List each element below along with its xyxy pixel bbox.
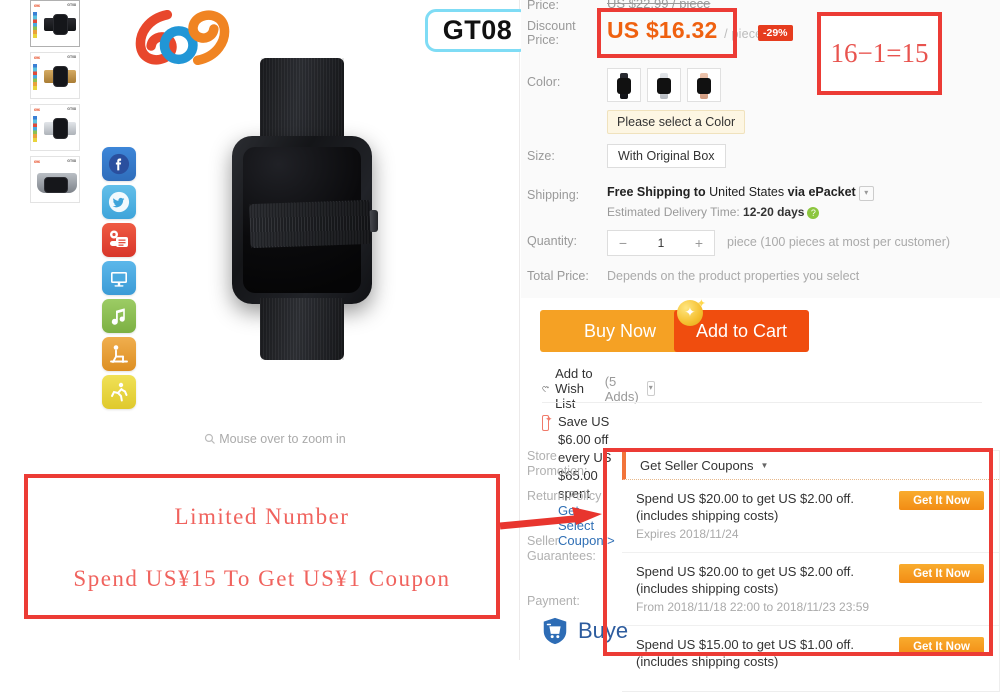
buyer-protection: Buye: [540, 616, 628, 646]
thumb-watch-image: [43, 61, 77, 93]
thumb-model: GT08: [67, 159, 76, 163]
quantity-increase-button[interactable]: +: [684, 235, 714, 251]
quantity-limit-note: piece (100 pieces at most per customer): [727, 235, 951, 249]
thumbnail-black-mesh-watch[interactable]: 696 GT08: [30, 0, 80, 47]
color-swatch-black-strap[interactable]: [607, 68, 641, 102]
thumbnail-angled-watch-view[interactable]: 696 GT08: [30, 156, 80, 203]
seller-coupons-tab-label: Get Seller Coupons: [640, 457, 754, 473]
shipping-free-text: Free Shipping to: [607, 185, 710, 199]
thumb-model: GT08: [67, 55, 76, 59]
thumbnail-list: 696 GT08 696 GT08 696 GT08 696 GT08: [30, 0, 82, 208]
product-detail-page: 696 GT08 696 GT08 696 GT08 696 GT08 GT08…: [0, 0, 1000, 692]
payment-label: Payment:: [527, 594, 580, 608]
shipping-label: Shipping:: [527, 188, 580, 202]
thumb-watch-image: [43, 113, 77, 145]
thumb-logo: 696: [34, 159, 40, 164]
coupon-row: Spend US $20.00 to get US $2.00 off. (inc…: [622, 553, 999, 626]
search-icon: [205, 433, 216, 444]
shipping-destination: United States: [709, 185, 785, 199]
coupon-description: Spend US $20.00 to get US $2.00 off. (inc…: [636, 564, 855, 596]
color-swatch-silver-strap[interactable]: [647, 68, 681, 102]
thumb-feature-strip: [33, 116, 37, 142]
coupon-validity: From 2018/11/18 22:00 to 2018/11/23 23:5…: [636, 600, 870, 614]
coin-reward-badge: ✦: [677, 298, 706, 326]
get-it-now-button[interactable]: Get It Now: [899, 637, 984, 656]
quantity-decrease-button[interactable]: −: [608, 235, 638, 251]
discount-price: US $16.32 / piece: [607, 17, 762, 44]
buyer-protection-shield-icon: [543, 617, 567, 645]
discount-price-value: US $16.32: [607, 17, 718, 43]
thumb-model: GT08: [67, 3, 76, 7]
price-unit: / piece: [724, 27, 763, 41]
thumbnail-silver-mesh-watch[interactable]: 696 GT08: [30, 104, 80, 151]
shipping-carrier: via ePacket: [784, 185, 856, 199]
wish-list-label: Add to Wish List: [555, 366, 593, 411]
return-policy-label[interactable]: Return Policy: [527, 489, 601, 504]
product-info-column: Price: US $22.99 / piece Discount Price:…: [521, 0, 1000, 692]
watch-band-right: [249, 199, 371, 249]
quantity-stepper[interactable]: − +: [607, 230, 715, 256]
size-option-with-original-box[interactable]: With Original Box: [607, 144, 726, 168]
shipping-method-value[interactable]: Free Shipping to United States via ePack…: [607, 185, 874, 201]
heart-plus-icon: [542, 385, 549, 392]
section-divider: [542, 402, 982, 403]
total-price-value: Depends on the product properties you se…: [607, 269, 860, 283]
color-label: Color:: [527, 75, 561, 89]
discount-price-label-line1: Discount: [527, 19, 576, 33]
coupon-row: Spend US $15.00 to get US $1.00 off. (inc…: [622, 626, 999, 691]
coupon-row: Spend US $20.00 to get US $2.00 off. (inc…: [622, 480, 999, 553]
coupon-icon: [542, 414, 553, 431]
get-it-now-button[interactable]: Get It Now: [899, 564, 984, 583]
thumb-logo: 696: [34, 107, 40, 112]
product-options-panel: Price: US $22.99 / piece Discount Price:…: [521, 0, 1000, 298]
coupon-description: Spend US $20.00 to get US $2.00 off. (inc…: [636, 491, 855, 523]
chevron-down-icon[interactable]: ▾: [646, 381, 655, 396]
thumb-feature-strip: [33, 64, 37, 90]
coupon-description: Spend US $15.00 to get US $1.00 off. (inc…: [636, 637, 855, 669]
thumb-watch-image: [37, 171, 77, 202]
get-it-now-button[interactable]: Get It Now: [899, 491, 984, 510]
total-price-label: Total Price:: [527, 269, 589, 283]
quantity-input[interactable]: [638, 235, 684, 251]
wish-list-count: (5 Adds): [604, 373, 639, 404]
help-icon[interactable]: ?: [807, 207, 820, 219]
thumb-logo: 696: [34, 3, 40, 8]
thumb-feature-strip: [33, 12, 37, 38]
discount-price-label-line2: Price:: [527, 33, 559, 47]
store-promotion-label: Store Promotion:: [527, 449, 588, 478]
seller-guarantees-label: Seller Guarantees:: [527, 534, 596, 563]
original-price: US $22.99 / piece: [607, 0, 711, 11]
estimated-delivery: Estimated Delivery Time: 12-20 days?: [607, 205, 820, 219]
color-swatch-rose-gold-strap[interactable]: [687, 68, 721, 102]
chevron-down-icon: ▼: [760, 460, 769, 470]
seller-coupons-card: Get Seller Coupons ▼ Spend US $20.00 to …: [622, 450, 1000, 692]
thumb-watch-image: [43, 9, 77, 41]
buyer-protection-label: Buye: [578, 618, 629, 643]
get-seller-coupons-tab[interactable]: Get Seller Coupons ▼: [622, 451, 999, 480]
color-selection-warning: Please select a Color: [607, 110, 746, 134]
coupon-validity: Expires 2018/11/24: [636, 527, 739, 541]
quantity-label: Quantity:: [527, 234, 578, 248]
discount-badge: -29%: [758, 25, 793, 41]
select-coupon-promotion: Save US $6.00 off every US $65.00 spent …: [542, 413, 619, 548]
thumb-model: GT08: [67, 107, 76, 111]
delivery-time: 12-20 days: [743, 205, 805, 219]
product-gallery-column: 696 GT08 696 GT08 696 GT08 696 GT08 GT08…: [0, 0, 530, 660]
color-swatch-list: [607, 68, 721, 102]
gallery: 696 GT08 696 GT08 696 GT08 696 GT08 GT08…: [30, 0, 530, 455]
price-label: Price:: [527, 0, 559, 12]
chevron-down-icon[interactable]: ▾: [858, 186, 874, 201]
main-product-image[interactable]: [100, 20, 500, 425]
add-to-wish-list[interactable]: Add to Wish List (5 Adds) ▾: [542, 366, 655, 411]
thumbnail-gold-mesh-watch[interactable]: 696 GT08: [30, 52, 80, 99]
size-label: Size:: [527, 149, 555, 163]
zoom-hint: Mouse over to zoom in: [30, 432, 520, 446]
delivery-prefix: Estimated Delivery Time:: [607, 205, 744, 219]
thumb-logo: 696: [34, 55, 40, 60]
